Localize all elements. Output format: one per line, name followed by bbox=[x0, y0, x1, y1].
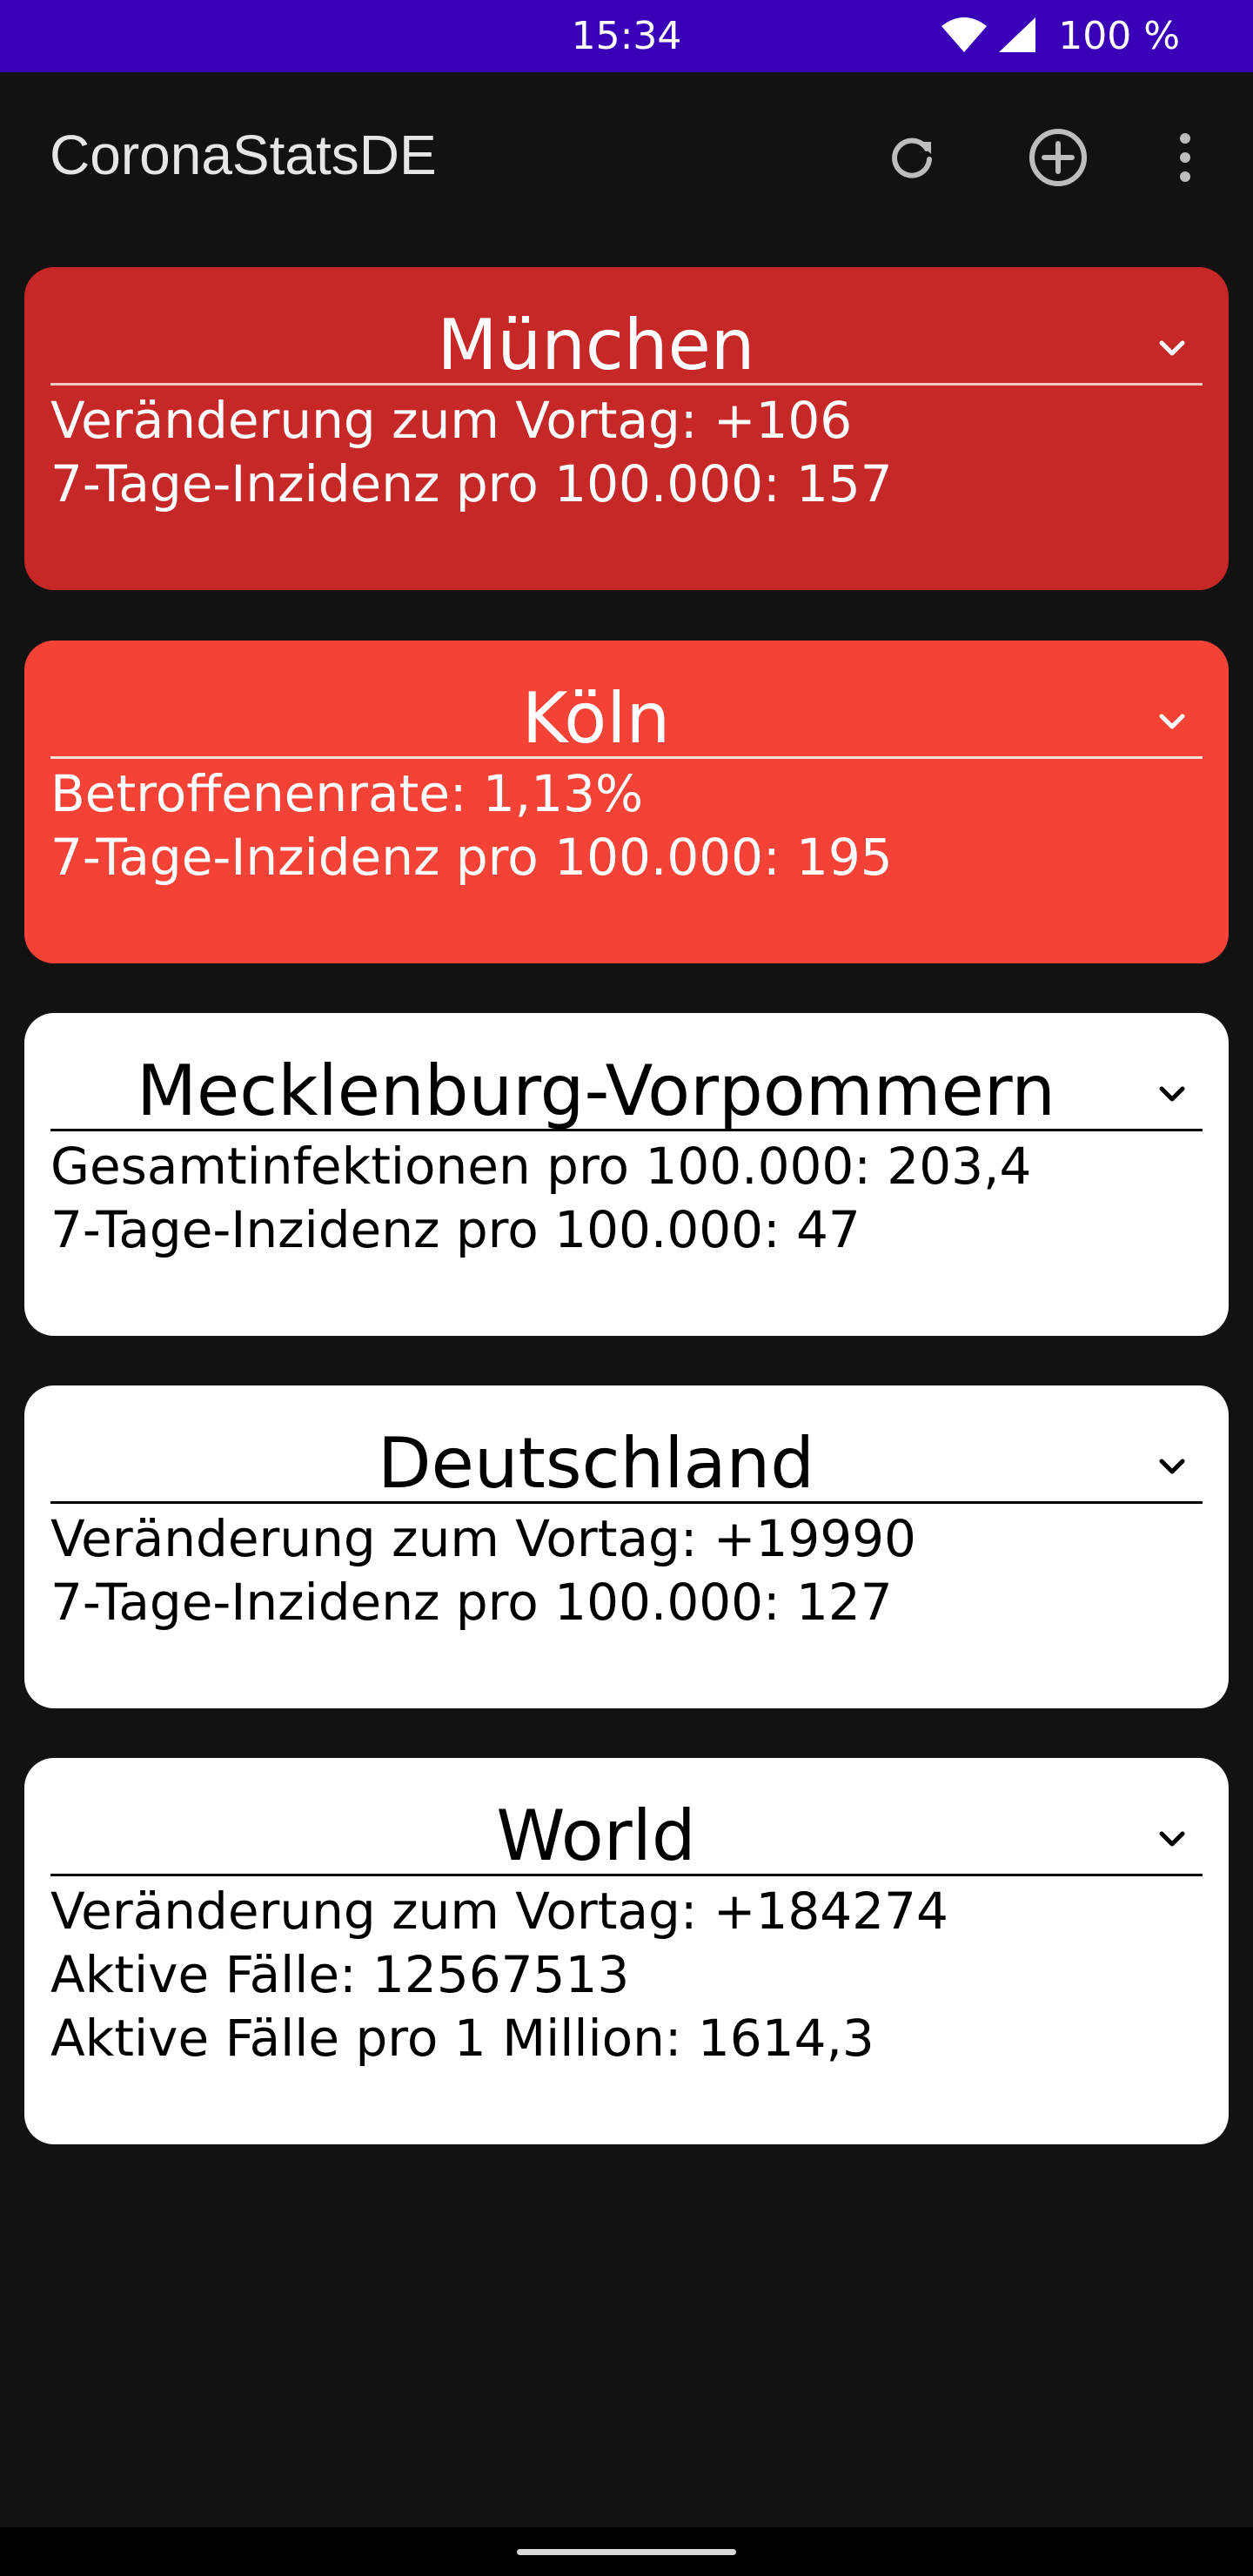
card-stats: Veränderung zum Vortag: +19990 7-Tage-In… bbox=[50, 1507, 916, 1634]
chevron-down-icon bbox=[1155, 1449, 1189, 1487]
stat-line: Betroffenenrate: 1,13% bbox=[50, 764, 644, 823]
card-title: Deutschland bbox=[378, 1423, 814, 1504]
stat-line: 7-Tage-Inzidenz pro 100.000: 127 bbox=[50, 1573, 893, 1632]
region-card-mecklenburg-vorpommern[interactable]: Mecklenburg-Vorpommern Gesamtinfektionen… bbox=[24, 1013, 1229, 1336]
chevron-down-icon bbox=[1155, 1821, 1189, 1860]
card-stats: Veränderung zum Vortag: +184274 Aktive F… bbox=[50, 1880, 948, 2070]
status-icons: 100 % bbox=[940, 10, 1180, 63]
chevron-down-icon bbox=[1155, 331, 1189, 369]
card-title: Köln bbox=[521, 678, 671, 759]
more-vert-icon bbox=[1176, 131, 1194, 187]
app-title: CoronaStatsDE bbox=[50, 124, 437, 186]
overflow-menu-button[interactable] bbox=[1146, 120, 1224, 198]
region-card-muenchen[interactable]: München Veränderung zum Vortag: +106 7-T… bbox=[24, 267, 1229, 590]
navigation-bar bbox=[0, 2527, 1253, 2576]
expand-toggle[interactable] bbox=[1142, 1065, 1203, 1126]
expand-toggle[interactable] bbox=[1142, 693, 1203, 754]
refresh-button[interactable] bbox=[873, 120, 951, 198]
expand-toggle[interactable] bbox=[1142, 1438, 1203, 1499]
refresh-icon bbox=[884, 130, 940, 189]
stat-line: 7-Tage-Inzidenz pro 100.000: 195 bbox=[50, 828, 893, 887]
card-header[interactable]: München bbox=[50, 285, 1203, 386]
card-header[interactable]: Köln bbox=[50, 658, 1203, 759]
expand-toggle[interactable] bbox=[1142, 1810, 1203, 1871]
card-stats: Veränderung zum Vortag: +106 7-Tage-Inzi… bbox=[50, 389, 893, 516]
stat-line: Veränderung zum Vortag: +19990 bbox=[50, 1509, 916, 1568]
stat-line: 7-Tage-Inzidenz pro 100.000: 157 bbox=[50, 454, 893, 513]
chevron-down-icon bbox=[1155, 1077, 1189, 1115]
card-stats: Gesamtinfektionen pro 100.000: 203,4 7-T… bbox=[50, 1135, 1031, 1262]
stat-line: Veränderung zum Vortag: +184274 bbox=[50, 1882, 948, 1941]
card-title: World bbox=[496, 1795, 696, 1876]
card-title: Mecklenburg-Vorpommern bbox=[137, 1050, 1055, 1131]
battery-percentage: 100 % bbox=[1058, 14, 1180, 58]
region-card-deutschland[interactable]: Deutschland Veränderung zum Vortag: +199… bbox=[24, 1385, 1229, 1708]
stat-line: Veränderung zum Vortag: +106 bbox=[50, 391, 853, 450]
stat-line: Aktive Fälle: 12567513 bbox=[50, 1945, 630, 2004]
add-circle-icon bbox=[1027, 126, 1089, 192]
card-header[interactable]: Mecklenburg-Vorpommern bbox=[50, 1030, 1203, 1131]
card-title: München bbox=[437, 305, 755, 386]
card-header[interactable]: Deutschland bbox=[50, 1403, 1203, 1504]
region-card-koeln[interactable]: Köln Betroffenenrate: 1,13% 7-Tage-Inzid… bbox=[24, 641, 1229, 963]
stat-line: Gesamtinfektionen pro 100.000: 203,4 bbox=[50, 1137, 1032, 1196]
signal-icon bbox=[997, 16, 1037, 57]
stat-line: Aktive Fälle pro 1 Million: 1614,3 bbox=[50, 2009, 874, 2068]
stat-line: 7-Tage-Inzidenz pro 100.000: 47 bbox=[50, 1200, 861, 1259]
status-bar: 15:34 100 % bbox=[0, 0, 1253, 72]
expand-toggle[interactable] bbox=[1142, 319, 1203, 380]
chevron-down-icon bbox=[1155, 704, 1189, 742]
app-bar: CoronaStatsDE bbox=[0, 72, 1253, 246]
home-gesture-handle[interactable] bbox=[517, 2549, 736, 2555]
add-location-button[interactable] bbox=[1019, 120, 1097, 198]
wifi-icon bbox=[940, 16, 988, 57]
region-card-world[interactable]: World Veränderung zum Vortag: +184274 Ak… bbox=[24, 1758, 1229, 2144]
card-header[interactable]: World bbox=[50, 1775, 1203, 1876]
card-stats: Betroffenenrate: 1,13% 7-Tage-Inzidenz p… bbox=[50, 762, 893, 889]
